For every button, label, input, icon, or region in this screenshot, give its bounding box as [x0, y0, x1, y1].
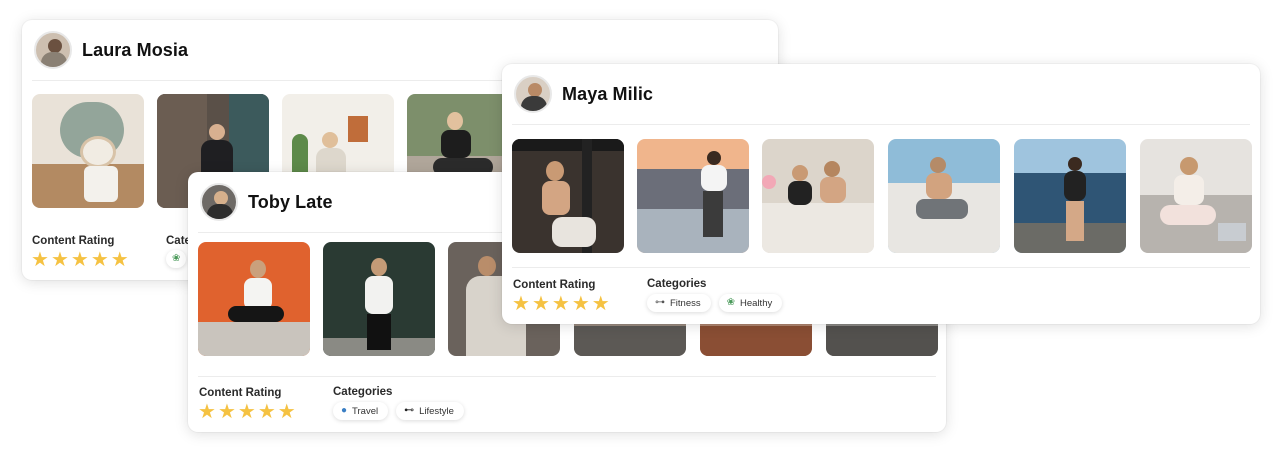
influencer-name[interactable]: Toby Late	[248, 192, 333, 213]
category-chip[interactable]: ❀	[166, 250, 187, 268]
star-icon: ★	[512, 293, 530, 315]
content-rating-label: Content Rating	[513, 279, 596, 291]
content-photo[interactable]	[323, 242, 435, 356]
category-chips: ● Travel ⊷ Lifestyle	[333, 402, 464, 420]
category-chip-healthy[interactable]: ❀ Healthy	[718, 294, 783, 312]
star-icon: ★	[90, 249, 109, 271]
content-rating-label: Content Rating	[199, 387, 282, 399]
globe-icon: ●	[341, 405, 348, 416]
star-icon: ★	[198, 401, 216, 423]
star-icon: ★	[217, 401, 236, 423]
content-photo[interactable]	[198, 242, 310, 356]
category-chip-label: Fitness	[670, 297, 701, 309]
star-icon: ★	[70, 249, 89, 271]
star-icon: ★	[257, 401, 276, 423]
lotus-icon: ❀	[726, 297, 736, 308]
category-chip-label: Healthy	[740, 297, 773, 309]
star-icon: ★	[277, 401, 296, 423]
avatar[interactable]	[514, 75, 552, 113]
influencer-card-maya[interactable]: Maya Milic Content Rating ★ ★ ★ ★ ★ Cate…	[502, 64, 1260, 324]
category-chip-label: Lifestyle	[419, 405, 454, 417]
star-icon: ★	[237, 401, 256, 423]
content-photo[interactable]	[637, 139, 749, 253]
category-chip-lifestyle[interactable]: ⊷ Lifestyle	[396, 402, 464, 420]
category-chip-label: Travel	[352, 405, 379, 417]
influencer-name[interactable]: Laura Mosia	[82, 40, 188, 61]
card-header: Maya Milic	[514, 74, 653, 114]
content-photo[interactable]	[32, 94, 144, 208]
card-header: Laura Mosia	[34, 30, 188, 70]
sunglasses-icon: ⊷	[404, 405, 415, 416]
avatar[interactable]	[200, 183, 238, 221]
star-icon: ★	[50, 249, 69, 271]
card-header: Toby Late	[200, 182, 333, 222]
star-icon: ★	[571, 293, 590, 315]
star-icon: ★	[591, 293, 610, 315]
star-icon: ★	[531, 293, 550, 315]
content-rating-stars: ★ ★ ★ ★ ★	[198, 402, 296, 422]
star-icon: ★	[31, 249, 49, 271]
content-photo[interactable]	[888, 139, 1000, 253]
influencer-name[interactable]: Maya Milic	[562, 84, 653, 105]
dumbbell-icon: ⊶	[655, 297, 665, 308]
category-chips: ❀	[166, 250, 187, 268]
avatar[interactable]	[34, 31, 72, 69]
categories-label: Categories	[333, 386, 393, 398]
category-chips: ⊶ Fitness ❀ Healthy	[647, 294, 783, 312]
content-rating-stars: ★ ★ ★ ★ ★	[512, 294, 610, 314]
lotus-icon: ❀	[172, 253, 181, 264]
star-icon: ★	[110, 249, 129, 271]
content-photo[interactable]	[1014, 139, 1126, 253]
content-rating-label: Content Rating	[32, 235, 115, 247]
star-icon: ★	[551, 293, 570, 315]
category-chip-fitness[interactable]: ⊶ Fitness	[647, 294, 711, 312]
content-photo[interactable]	[512, 139, 624, 253]
categories-label: Categories	[647, 278, 707, 290]
content-photo[interactable]	[1140, 139, 1252, 253]
content-photo[interactable]	[762, 139, 874, 253]
content-rating-stars: ★ ★ ★ ★ ★	[31, 250, 129, 270]
category-chip-travel[interactable]: ● Travel	[333, 402, 389, 420]
